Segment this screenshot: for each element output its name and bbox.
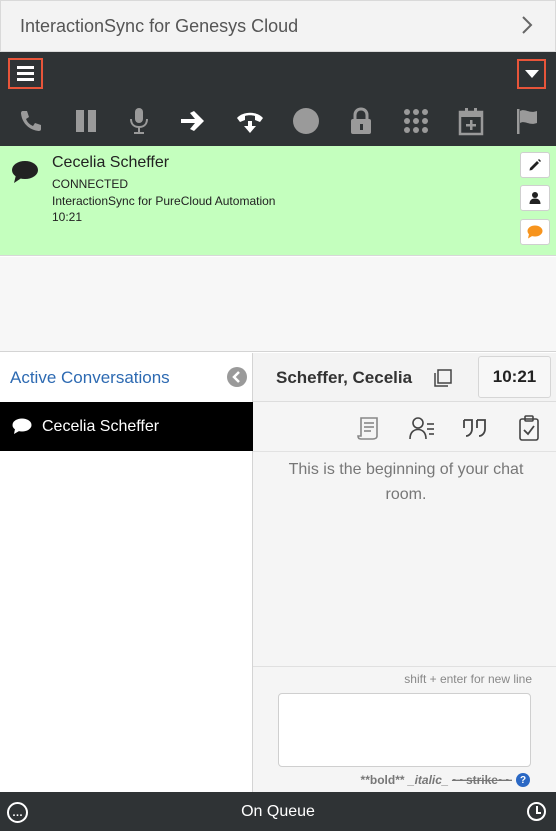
conversation-list-item[interactable]: Cecelia Scheffer bbox=[0, 402, 253, 451]
active-conversations-title: Active Conversations bbox=[10, 368, 170, 387]
hamburger-menu-button[interactable] bbox=[8, 58, 43, 89]
clipboard-check-icon[interactable] bbox=[515, 414, 543, 442]
shift-enter-hint: shift + enter for new line bbox=[404, 672, 532, 686]
call-control-toolbar bbox=[0, 96, 556, 146]
popout-window-icon[interactable] bbox=[433, 368, 453, 388]
dialpad-icon[interactable] bbox=[399, 104, 433, 138]
chat-transcript: This is the beginning of your chat room. bbox=[253, 453, 556, 666]
contact-button[interactable] bbox=[520, 185, 550, 211]
conversation-name: Cecelia Scheffer bbox=[42, 417, 160, 435]
clock-icon[interactable] bbox=[527, 802, 546, 821]
app-title: InteractionSync for Genesys Cloud bbox=[20, 15, 299, 36]
interaction-card[interactable]: Cecelia Scheffer CONNECTED InteractionSy… bbox=[0, 146, 556, 256]
chevron-right-icon[interactable] bbox=[521, 15, 533, 35]
pencil-icon bbox=[529, 159, 541, 171]
chat-beginning-message: This is the beginning of your chat room. bbox=[288, 461, 524, 503]
agent-status-text[interactable]: On Queue bbox=[0, 792, 556, 831]
formatting-hint: **bold** _italic_ ~~strike~~ bbox=[361, 773, 512, 787]
transfer-icon[interactable] bbox=[176, 104, 210, 138]
disconnect-icon[interactable] bbox=[233, 104, 267, 138]
dropdown-caret-button[interactable] bbox=[517, 59, 546, 89]
status-bar: On Queue … bbox=[0, 792, 556, 831]
active-conversations-header: Active Conversations bbox=[0, 353, 253, 402]
script-icon[interactable] bbox=[355, 414, 383, 442]
chevron-left-icon bbox=[232, 371, 240, 383]
active-conversations-panel: Active Conversations Cecelia Scheffer bbox=[0, 353, 253, 792]
interaction-list-empty-area bbox=[0, 257, 556, 352]
menu-bar bbox=[0, 52, 556, 96]
chat-tools-bar bbox=[253, 402, 556, 452]
format-hint-bold: **bold** bbox=[360, 773, 405, 787]
chat-compose-area: shift + enter for new line **bold** _ita… bbox=[253, 666, 556, 792]
canned-responses-icon[interactable] bbox=[461, 414, 489, 442]
schedule-icon[interactable] bbox=[454, 104, 488, 138]
app-title-bar: InteractionSync for Genesys Cloud bbox=[0, 0, 556, 52]
microphone-icon[interactable] bbox=[122, 104, 156, 138]
hold-icon[interactable] bbox=[69, 104, 103, 138]
format-hint-strike: ~~strike~~ bbox=[451, 773, 512, 787]
chat-bubble-icon bbox=[12, 418, 32, 434]
edit-button[interactable] bbox=[520, 152, 550, 178]
person-icon bbox=[529, 192, 541, 204]
chat-message-input[interactable] bbox=[278, 693, 531, 767]
interaction-duration: 10:21 bbox=[52, 210, 83, 224]
participant-details-icon[interactable] bbox=[408, 414, 436, 442]
chat-header: Scheffer, Cecelia 10:21 bbox=[253, 353, 556, 402]
chat-status-icon[interactable]: … bbox=[7, 802, 28, 823]
format-hint-italic: _italic_ bbox=[407, 773, 449, 787]
chat-panel: Scheffer, Cecelia 10:21 This is the begi… bbox=[253, 353, 556, 792]
orange-chat-icon bbox=[527, 225, 543, 239]
chat-bubble-icon bbox=[12, 161, 38, 183]
interaction-queue: InteractionSync for PureCloud Automation bbox=[52, 194, 276, 208]
interaction-name: Cecelia Scheffer bbox=[52, 154, 170, 171]
secure-pause-icon[interactable] bbox=[344, 104, 378, 138]
chat-participant-name: Scheffer, Cecelia bbox=[276, 368, 413, 387]
flag-icon[interactable] bbox=[511, 104, 545, 138]
help-icon[interactable]: ? bbox=[516, 773, 530, 787]
interaction-state: CONNECTED bbox=[52, 177, 129, 191]
chat-timer: 10:21 bbox=[478, 356, 551, 398]
chat-button[interactable] bbox=[520, 219, 550, 245]
phone-icon[interactable] bbox=[13, 104, 47, 138]
record-icon[interactable] bbox=[289, 104, 323, 138]
collapse-panel-button[interactable] bbox=[227, 367, 247, 387]
